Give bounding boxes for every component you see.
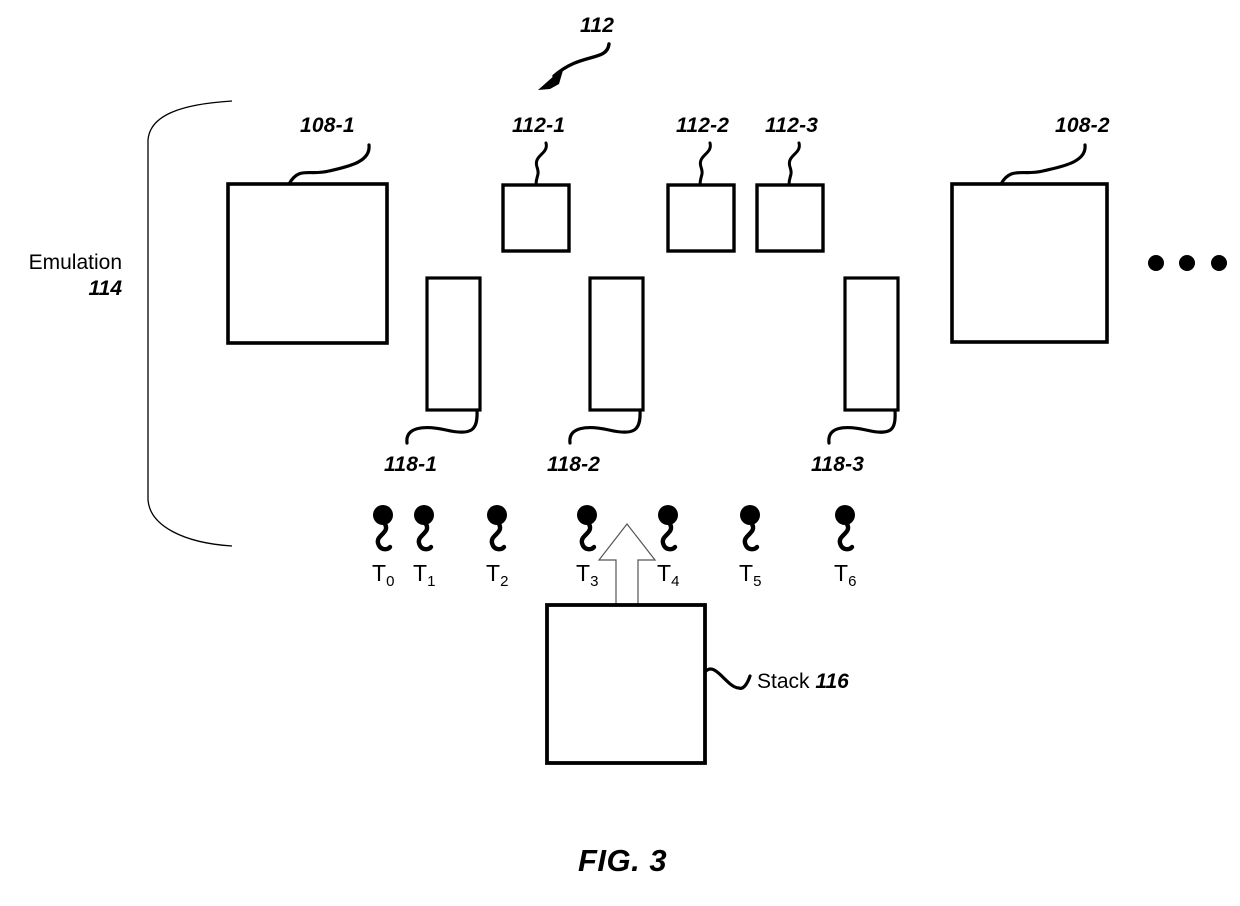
tall-box-118-3	[843, 276, 900, 412]
ellipsis-dots	[1148, 255, 1227, 271]
tall-box-118-2	[588, 276, 645, 412]
pointer-112-arrow	[538, 42, 611, 90]
reference-label-112-1: 112-1	[512, 114, 566, 137]
thread-dot-T4	[658, 505, 678, 525]
reference-label-118-3: 118-3	[811, 453, 865, 476]
patent-figure-3: Emulation 114 112 Stack 116 FIG. 3 108-1…	[0, 0, 1240, 906]
thread-tail-T4	[660, 521, 678, 552]
figure-drawing-canvas	[147, 42, 1227, 765]
leader-112-3	[787, 141, 801, 187]
stack-leader-line	[703, 667, 752, 690]
leader-108-1	[287, 143, 371, 186]
reference-label-108-1: 108-1	[300, 114, 355, 137]
tall-box-118-1	[425, 276, 482, 412]
thread-dot-T1	[414, 505, 434, 525]
stack-box	[545, 603, 707, 765]
thread-dot-T5	[740, 505, 760, 525]
thread-dot-T0	[373, 505, 393, 525]
task-box-112-1	[501, 183, 571, 253]
task-box-112-3	[755, 183, 825, 253]
thread-label-T5: T5	[739, 560, 762, 590]
leader-118-1	[405, 408, 479, 445]
ellipsis-dot-2	[1179, 255, 1195, 271]
thread-label-T0: T0	[372, 560, 395, 590]
stack-name: Stack	[757, 670, 810, 693]
reference-label-112-2: 112-2	[676, 114, 730, 137]
thread-tail-T0	[375, 521, 393, 552]
thread-label-T6: T6	[834, 560, 857, 590]
processor-box-108-1	[226, 182, 389, 345]
thread-tail-T5	[742, 521, 760, 552]
stack-label: Stack 116	[757, 670, 849, 694]
reference-label-108-2: 108-2	[1055, 114, 1110, 137]
figure-caption: FIG. 3	[578, 843, 668, 878]
emulation-label: Emulation 114	[10, 250, 122, 303]
leader-108-2	[999, 143, 1087, 186]
thread-label-T4: T4	[657, 560, 680, 590]
leader-112-1	[534, 141, 548, 187]
stack-number: 116	[815, 670, 849, 693]
emulation-bracket	[147, 100, 233, 547]
tall-box-group	[425, 276, 900, 412]
emulation-number: 114	[88, 277, 122, 301]
leader-112-2	[698, 141, 712, 187]
ellipsis-dot-3	[1211, 255, 1227, 271]
task-box-group	[501, 183, 825, 253]
thread-dot-T3	[577, 505, 597, 525]
thread-dot-T6	[835, 505, 855, 525]
thread-label-T2: T2	[486, 560, 509, 590]
thread-label-T1: T1	[413, 560, 436, 590]
processor-box-108-2	[950, 182, 1109, 344]
leader-118-2	[568, 408, 642, 445]
thread-dot-T2	[487, 505, 507, 525]
thread-tail-T2	[489, 521, 507, 552]
reference-label-112: 112	[580, 14, 615, 37]
thread-tail-T1	[416, 521, 434, 552]
ellipsis-dot-1	[1148, 255, 1164, 271]
task-box-112-2	[666, 183, 736, 253]
thread-tail-T6	[837, 521, 855, 552]
stack-rect	[545, 603, 707, 765]
thread-tail-T3	[579, 521, 597, 552]
emulation-name: Emulation	[28, 251, 122, 274]
reference-label-118-1: 118-1	[384, 453, 438, 476]
thread-label-T3: T3	[576, 560, 599, 590]
reference-label-118-2: 118-2	[547, 453, 601, 476]
leader-118-3	[827, 408, 897, 445]
reference-label-112-3: 112-3	[765, 114, 819, 137]
